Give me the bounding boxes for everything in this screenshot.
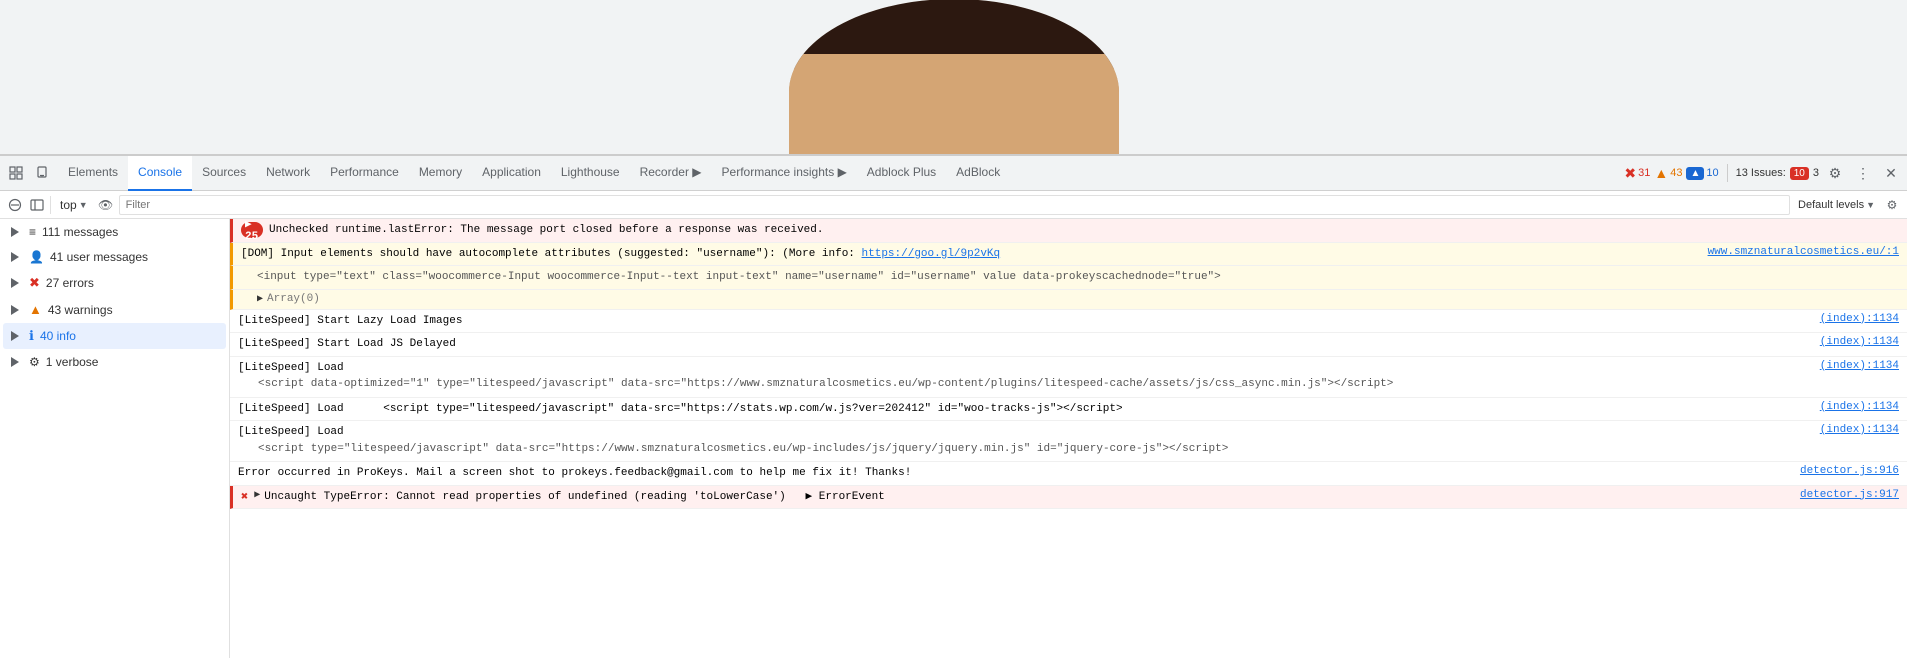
console-toolbar: top ▼ 👁 Default levels ▼ ⚙ (0, 191, 1907, 219)
log-text-dom-code: <input type="text" class="woocommerce-In… (257, 269, 1899, 286)
tab-lighthouse[interactable]: Lighthouse (551, 156, 630, 191)
toolbar-divider (50, 196, 51, 214)
devtools-panel: Elements Console Sources Network Perform… (0, 155, 1907, 658)
divider (1727, 164, 1728, 182)
sidebar-item-verbose[interactable]: ⚙ 1 verbose (3, 350, 226, 374)
face-image (789, 0, 1119, 154)
tab-adblock[interactable]: AdBlock (946, 156, 1010, 191)
log-source-load3[interactable]: (index):1134 (1810, 424, 1899, 436)
toggle-sidebar-button[interactable] (28, 196, 46, 214)
error-icon: ✖ (29, 275, 40, 291)
log-entry-dom-warn: [DOM] Input elements should have autocom… (230, 243, 1907, 267)
log-text-dom: [DOM] Input elements should have autocom… (241, 246, 1698, 263)
tab-elements[interactable]: Elements (58, 156, 128, 191)
error-circle-icon: ✖ (241, 489, 248, 504)
warning-count-badge[interactable]: ▲ 43 (1654, 165, 1682, 181)
log-text-prokeys: Error occurred in ProKeys. Mail a screen… (238, 465, 1790, 482)
tab-adblock-plus[interactable]: Adblock Plus (857, 156, 946, 191)
filter-input[interactable] (119, 195, 1790, 215)
expand-typeerror-icon[interactable]: ▶ (254, 489, 260, 501)
sidebar-item-info[interactable]: ℹ 40 info (3, 323, 226, 349)
issues-badge[interactable]: 13 Issues: 10 3 (1736, 167, 1819, 180)
browser-top (0, 0, 1907, 155)
list-icon: ≡ (29, 225, 36, 239)
log-entry-litespeed-load2: [LiteSpeed] Load <script type="litespeed… (230, 398, 1907, 422)
dom-link[interactable]: https://goo.gl/9p2vKq (862, 248, 1001, 260)
console-settings-button[interactable]: ⚙ (1883, 196, 1901, 214)
log-entry-runtime-error: ▶ 25 Unchecked runtime.lastError: The me… (230, 219, 1907, 243)
log-source-typeerror[interactable]: detector.js:917 (1790, 489, 1899, 501)
log-source-lazy[interactable]: (index):1134 (1810, 313, 1899, 325)
tab-performance-insights[interactable]: Performance insights ▶ (712, 156, 857, 191)
levels-selector[interactable]: Default levels ▼ (1794, 198, 1879, 212)
context-selector[interactable]: top ▼ (55, 196, 93, 214)
expand-info-icon[interactable] (11, 331, 19, 341)
tab-application[interactable]: Application (472, 156, 551, 191)
expand-errors-icon[interactable] (11, 278, 19, 288)
close-devtools-button[interactable]: ✕ (1879, 161, 1903, 185)
gear-icon: ⚙ (29, 355, 40, 369)
log-entry-dom-code: <input type="text" class="woocommerce-In… (230, 266, 1907, 290)
log-text-litespeed-load3: [LiteSpeed] Load <script type="litespeed… (238, 424, 1810, 458)
array-tag: Array(0) (267, 293, 320, 305)
log-text-litespeed-load1: [LiteSpeed] Load <script data-optimized=… (238, 360, 1810, 394)
log-text-litespeed-load2: [LiteSpeed] Load <script type="litespeed… (238, 401, 1810, 418)
log-entry-typeerror: ✖ ▶ Uncaught TypeError: Cannot read prop… (230, 486, 1907, 510)
log-entry-lazy-load: [LiteSpeed] Start Lazy Load Images (inde… (230, 310, 1907, 334)
log-source-prokeys[interactable]: detector.js:916 (1790, 465, 1899, 477)
expand-verbose-icon[interactable] (11, 357, 19, 367)
log-entry-litespeed-load1: [LiteSpeed] Load <script data-optimized=… (230, 357, 1907, 398)
settings-button[interactable]: ⚙ (1823, 161, 1847, 185)
log-source-dom[interactable]: www.smznaturalcosmetics.eu/:1 (1698, 246, 1899, 258)
console-sidebar: ≡ 111 messages 👤 41 user messages ✖ 27 e… (0, 219, 230, 658)
expand-all-icon[interactable] (11, 227, 19, 237)
eye-button[interactable]: 👁 (97, 196, 115, 214)
warning-icon: ▲ (29, 302, 42, 317)
log-entry-prokeys-error: Error occurred in ProKeys. Mail a screen… (230, 462, 1907, 486)
sidebar-item-warnings[interactable]: ▲ 43 warnings (3, 297, 226, 322)
log-source-load1[interactable]: (index):1134 (1810, 360, 1899, 372)
expand-arrow-icon[interactable]: ▶ (257, 293, 263, 305)
tab-performance[interactable]: Performance (320, 156, 409, 191)
device-toolbar-button[interactable] (30, 161, 54, 185)
log-entry-litespeed-load3: [LiteSpeed] Load <script type="litespeed… (230, 421, 1907, 462)
log-source-load2[interactable]: (index):1134 (1810, 401, 1899, 413)
log-text-typeerror: Uncaught TypeError: Cannot read properti… (264, 489, 1790, 506)
tab-network[interactable]: Network (256, 156, 320, 191)
tab-sources[interactable]: Sources (192, 156, 256, 191)
tab-console[interactable]: Console (128, 156, 192, 191)
tab-recorder[interactable]: Recorder ▶ (630, 156, 712, 191)
log-text-lazy: [LiteSpeed] Start Lazy Load Images (238, 313, 1810, 330)
error-count-badge[interactable]: ✖ 31 (1624, 165, 1650, 182)
main-area: ≡ 111 messages 👤 41 user messages ✖ 27 e… (0, 219, 1907, 658)
error-badge-25: ▶ 25 (241, 222, 263, 238)
sidebar-item-all-messages[interactable]: ≡ 111 messages (3, 220, 226, 244)
person-icon: 👤 (29, 250, 44, 264)
log-entry-array: ▶ Array(0) (230, 290, 1907, 310)
info-count-badge[interactable]: ▲ 10 (1686, 167, 1718, 180)
sidebar-item-user-messages[interactable]: 👤 41 user messages (3, 245, 226, 269)
more-options-button[interactable]: ⋮ (1851, 161, 1875, 185)
log-text: Unchecked runtime.lastError: The message… (269, 222, 1899, 239)
tab-bar: Elements Console Sources Network Perform… (0, 156, 1907, 191)
sidebar-item-errors[interactable]: ✖ 27 errors (3, 270, 226, 296)
log-text-js-delayed: [LiteSpeed] Start Load JS Delayed (238, 336, 1810, 353)
tab-bar-left (4, 161, 54, 185)
expand-warnings-icon[interactable] (11, 305, 19, 315)
tab-bar-right: ✖ 31 ▲ 43 ▲ 10 13 Issues: 10 3 ⚙ ⋮ ✕ (1624, 161, 1903, 185)
log-source-js-delayed[interactable]: (index):1134 (1810, 336, 1899, 348)
console-output[interactable]: ▶ 25 Unchecked runtime.lastError: The me… (230, 219, 1907, 658)
inspect-element-button[interactable] (4, 161, 28, 185)
info-icon: ℹ (29, 328, 34, 344)
log-entry-js-delayed: [LiteSpeed] Start Load JS Delayed (index… (230, 333, 1907, 357)
face-skin (789, 54, 1119, 154)
clear-console-button[interactable] (6, 196, 24, 214)
tab-memory[interactable]: Memory (409, 156, 472, 191)
expand-user-icon[interactable] (11, 252, 19, 262)
